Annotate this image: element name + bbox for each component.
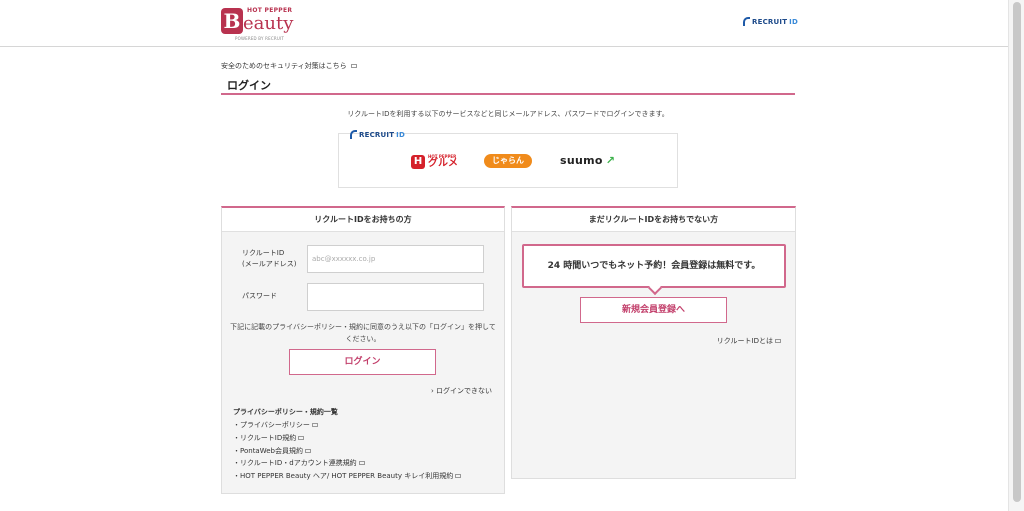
recruit-id-mark-icon <box>743 17 750 26</box>
scrollbar-thumb[interactable] <box>1013 2 1021 502</box>
recruit-id-logo-suffix: ID <box>396 130 405 139</box>
policy-link-d-account[interactable]: ・リクルートID・dアカウント連携規約 <box>233 457 461 470</box>
policy-link-pontaweb[interactable]: ・PontaWeb会員規約 <box>233 444 461 457</box>
registration-promo-text: 24 時間いつでもネット予約！会員登録は無料です。 <box>547 261 761 271</box>
register-panel-header: まだリクルートIDをお持ちでない方 <box>512 208 795 232</box>
suumo-label: suumo <box>560 154 603 167</box>
register-panel: まだリクルートIDをお持ちでない方 24 時間いつでもネット予約！会員登録は無料… <box>511 206 796 479</box>
about-recruit-id-link[interactable]: リクルートIDとは <box>717 336 781 346</box>
scrollbar[interactable] <box>1008 0 1024 511</box>
recruit-id-logo-text: RECRUIT <box>359 130 395 139</box>
login-panel-header: リクルートIDをお持ちの方 <box>222 208 504 232</box>
external-link-icon <box>358 461 365 466</box>
recruit-id-input[interactable]: abc@xxxxxx.co.jp <box>307 245 484 273</box>
site-header: B HOT PEPPER eauty POWERED BY RECRUIT RE… <box>0 0 1008 47</box>
password-field-label: パスワード <box>242 292 277 300</box>
external-link-icon <box>311 423 318 428</box>
security-link-label: 安全のためのセキュリティ対策はこちら <box>221 62 347 70</box>
agreement-notice: 下記に記載のプライバシーポリシー・規約に同意のうえ以下の「ログイン」を押してくだ… <box>230 323 496 343</box>
policy-list: ・プライバシーポリシー ・リクルートID規約 ・PontaWeb会員規約 ・リク… <box>233 419 462 483</box>
external-link-icon <box>350 64 357 68</box>
register-button[interactable]: 新規会員登録へ <box>580 297 727 323</box>
logo-b-mark: B <box>221 8 243 34</box>
bubble-tail <box>647 280 663 296</box>
service-logos-box: RECRUIT ID H HOT PEPPER グルメ じゃらん suumo ↗ <box>338 130 678 188</box>
login-panel: リクルートIDをお持ちの方 リクルートID (メールアドレス) abc@xxxx… <box>221 206 505 494</box>
gourmet-label: グルメ <box>428 158 458 169</box>
jalan-logo: じゃらん <box>484 154 532 168</box>
recruit-id-logo-text: RECRUIT <box>752 17 788 26</box>
logo-powered-text: POWERED BY RECRUIT <box>235 36 284 41</box>
recruit-id-logo-services: RECRUIT ID <box>350 130 405 139</box>
hotpepper-gourmet-logo: H HOT PEPPER グルメ <box>411 154 458 169</box>
login-description: リクルートIDを利用する以下のサービスなどと同じメールアドレス、パスワードでログ… <box>347 110 669 118</box>
recruit-id-field-label: リクルートID (メールアドレス) <box>242 249 297 268</box>
page-title-bar: ログイン <box>221 75 795 95</box>
policy-link-beauty-terms[interactable]: ・HOT PEPPER Beauty ヘア/ HOT PEPPER Beauty… <box>233 470 462 483</box>
jalan-label: じゃらん <box>484 154 532 168</box>
recruit-id-logo-header: RECRUIT ID <box>743 17 798 26</box>
external-link-icon <box>775 339 781 343</box>
policy-link-privacy[interactable]: ・プライバシーポリシー <box>233 419 461 432</box>
suumo-arrow-icon: ↗ <box>605 154 616 167</box>
external-link-icon <box>298 436 305 441</box>
recruit-id-mark-icon <box>350 130 357 139</box>
password-input[interactable] <box>307 283 484 311</box>
recruit-id-logo-suffix: ID <box>789 17 798 26</box>
security-link[interactable]: 安全のためのセキュリティ対策はこちら <box>221 61 357 71</box>
cant-login-link[interactable]: › ログインできない <box>431 386 492 396</box>
suumo-logo: suumo ↗ <box>560 154 615 167</box>
external-link-icon <box>305 448 311 453</box>
login-button[interactable]: ログイン <box>289 349 436 375</box>
policy-link-recruit-id[interactable]: ・リクルートID規約 <box>233 432 461 445</box>
logo-beauty-text: eauty <box>243 13 294 34</box>
gourmet-h-mark: H <box>411 154 425 169</box>
page-title: ログイン <box>227 79 271 92</box>
hotpepper-beauty-logo[interactable]: B HOT PEPPER eauty POWERED BY RECRUIT <box>221 6 301 42</box>
external-link-icon <box>455 474 462 479</box>
policy-list-title: プライバシーポリシー・規約一覧 <box>233 408 338 416</box>
registration-promo-bubble: 24 時間いつでもネット予約！会員登録は無料です。 <box>522 244 786 296</box>
